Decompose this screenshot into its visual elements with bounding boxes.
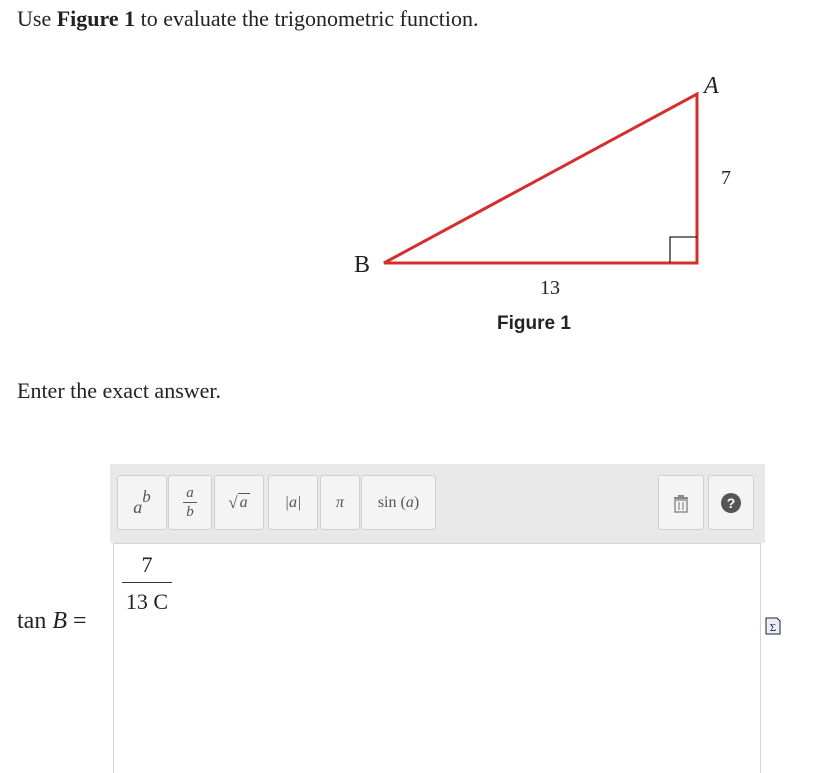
help-button[interactable]: ? xyxy=(708,475,754,530)
figure-reference: Figure 1 xyxy=(56,6,136,31)
vertex-a-label: A xyxy=(702,73,719,99)
equation-lhs: tan B = xyxy=(17,608,87,635)
trash-button[interactable] xyxy=(658,475,704,530)
superscript-base: a xyxy=(133,497,143,517)
triangle xyxy=(383,91,699,265)
right-angle-mark xyxy=(669,236,697,263)
instruction-text: Enter the exact answer. xyxy=(17,378,222,403)
answer-fraction: 7 13 C xyxy=(122,552,172,615)
absolute-value-button[interactable]: |a| xyxy=(268,475,318,530)
sqrt-radicand: a xyxy=(237,493,250,511)
abs-label: |a| xyxy=(284,493,302,511)
side-horizontal-label: 13 xyxy=(540,277,560,299)
side-vertical-label: 7 xyxy=(721,167,731,189)
triangle-figure: A B 7 13 xyxy=(340,60,760,350)
trash-icon xyxy=(674,494,688,513)
sin-argument: a xyxy=(405,493,414,511)
figure-caption: Figure 1 xyxy=(497,313,571,334)
lhs-variable: B xyxy=(52,608,67,634)
question-suffix: to evaluate the trigonometric function. xyxy=(135,6,479,31)
sqrt-button[interactable]: √ a xyxy=(214,475,264,530)
pi-label: π xyxy=(335,493,344,511)
vertex-b-label: B xyxy=(354,252,370,278)
fraction-button[interactable]: a b xyxy=(168,475,212,530)
superscript-button[interactable]: ab xyxy=(117,475,167,530)
sin-button[interactable]: sin (a) xyxy=(361,475,436,530)
fraction-numerator: a xyxy=(186,485,194,501)
answer-numerator: 7 xyxy=(141,552,153,577)
question-text: Use Figure 1 to evaluate the trigonometr… xyxy=(17,6,478,32)
answer-denominator: 13 C xyxy=(125,589,169,614)
pi-button[interactable]: π xyxy=(320,475,360,530)
sigma-icon[interactable]: Σ xyxy=(765,616,781,636)
math-toolbar: ab a b √ a |a| π sin (a) ? xyxy=(110,464,765,543)
lhs-function: tan xyxy=(17,608,53,634)
answer-editor[interactable]: 7 13 C xyxy=(113,543,761,773)
svg-text:?: ? xyxy=(727,495,736,511)
fraction-denominator: b xyxy=(186,504,194,520)
question-icon: ? xyxy=(721,492,741,513)
svg-text:Σ: Σ xyxy=(770,622,776,634)
sin-label: sin xyxy=(377,493,397,511)
superscript-exp: b xyxy=(142,487,151,506)
question-prefix: Use xyxy=(17,6,57,31)
lhs-equals: = xyxy=(67,608,87,634)
